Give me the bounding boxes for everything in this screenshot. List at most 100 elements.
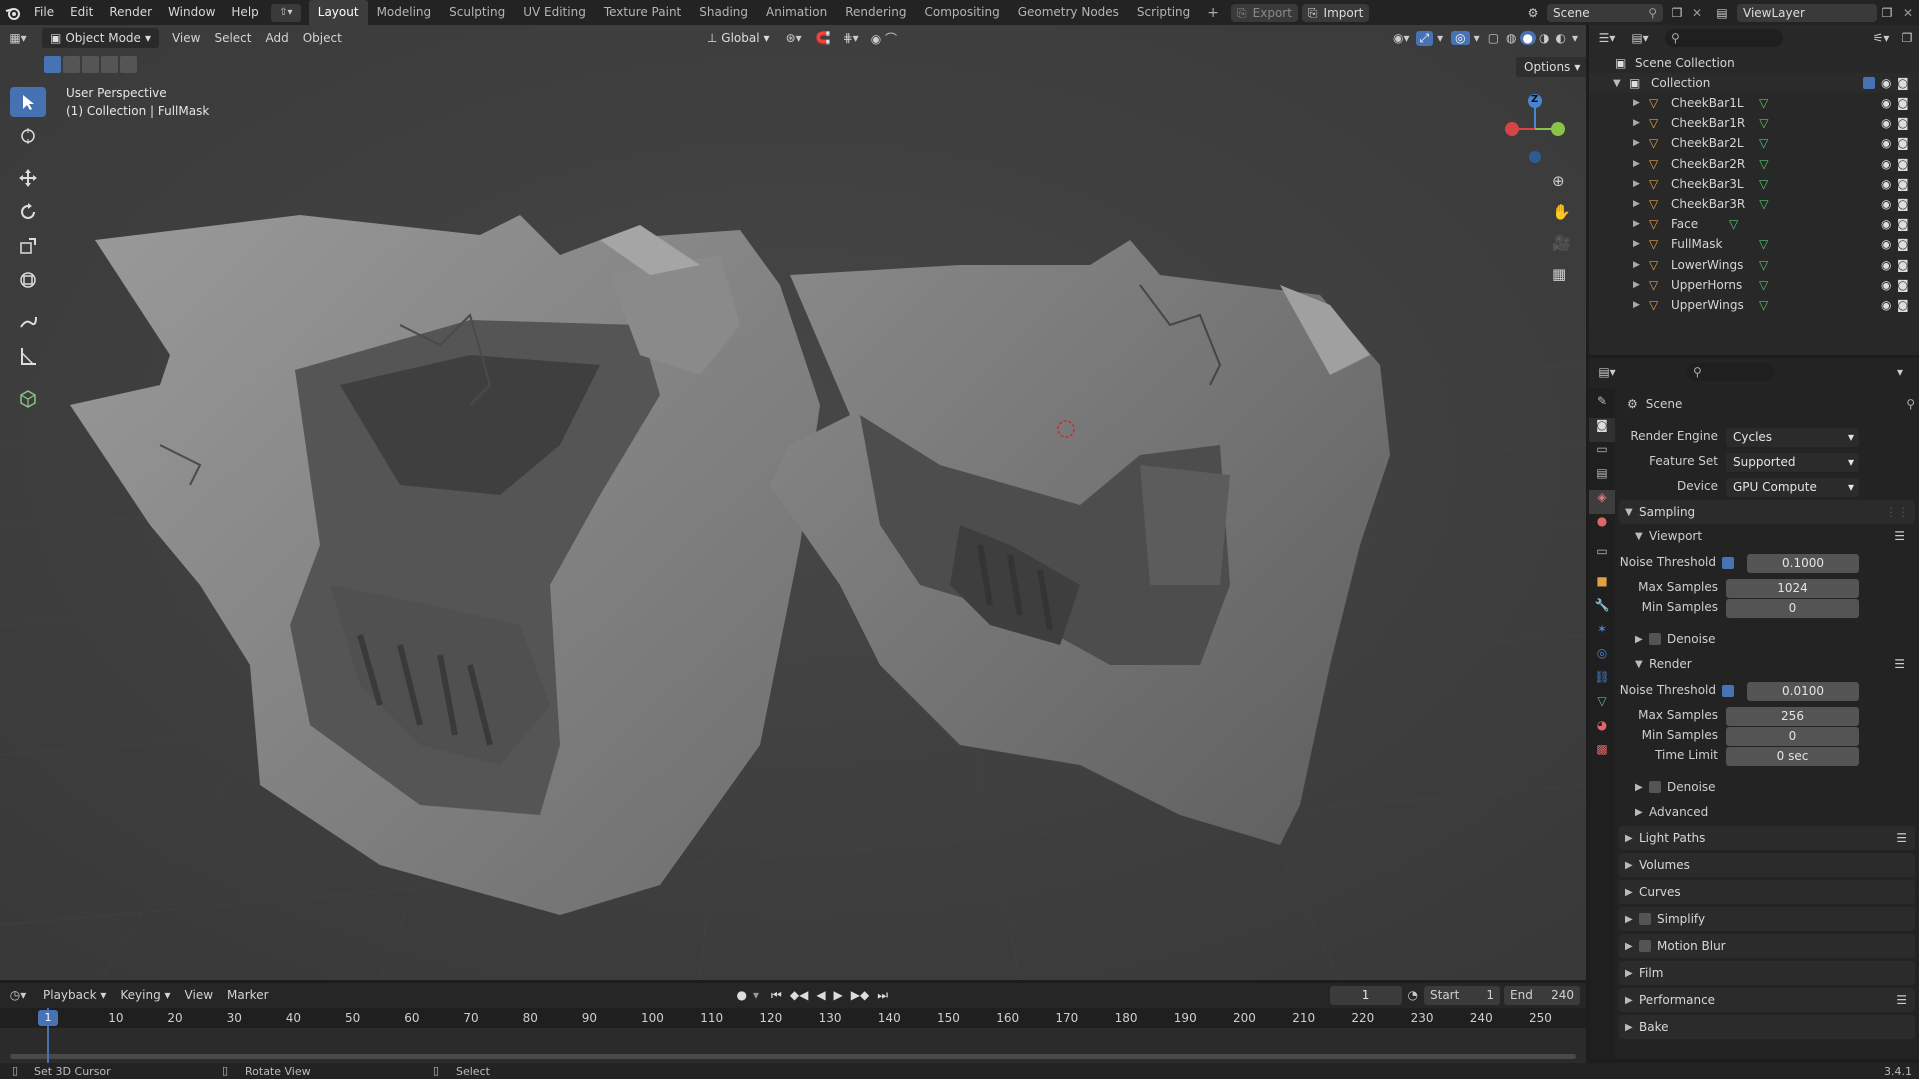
camera-icon[interactable]: ◙ [1897,177,1913,191]
timeline-editor-icon[interactable]: ◷▾ [0,988,36,1002]
select-extend-icon[interactable] [63,56,80,73]
select-intersect-icon[interactable] [120,56,137,73]
outliner-row-object[interactable]: ▶ ▽ UpperWings ▽ ◉ ◙ [1589,295,1919,315]
chevron-right-icon[interactable]: ▶ [1633,159,1645,169]
next-keyframe-icon[interactable]: ▶◆ [847,988,873,1002]
tab-layout[interactable]: Layout [308,0,368,25]
outliner-row-object[interactable]: ▶ ▽ CheekBar2R ▽ ◉ ◙ [1589,154,1919,174]
options-dropdown[interactable]: Options ▾ [1516,57,1586,77]
collection-tab-icon[interactable]: ▭ [1589,544,1615,574]
outliner-row-object[interactable]: ▶ ▽ CheekBar3L ▽ ◉ ◙ [1589,174,1919,194]
outliner-row-collection[interactable]: ▼ ▣ Collection ◉ ◙ [1589,73,1919,93]
add-workspace-button[interactable]: + [1199,5,1227,21]
gizmo-toggle-icon[interactable]: ⤢ [1415,30,1434,46]
end-frame-field[interactable]: End 240 [1504,985,1580,1005]
sampling-panel-header[interactable]: ▼ Sampling ⋮⋮ [1619,500,1915,524]
navigation-gizmo[interactable]: Z [1500,85,1570,165]
motion-blur-panel[interactable]: ▶ Motion Blur [1619,934,1915,958]
menu-help[interactable]: Help [223,0,266,25]
play-reverse-icon[interactable]: ◀ [812,988,829,1002]
viewport-noise-threshold-checkbox[interactable] [1722,557,1734,569]
view-layer-icon[interactable]: ▤ [1707,6,1737,20]
eye-icon[interactable]: ◉ [1881,197,1897,211]
camera-icon[interactable]: ◙ [1897,237,1913,251]
bake-panel[interactable]: ▶ Bake [1619,1015,1915,1039]
tool-tab-icon[interactable]: ✎ [1589,394,1615,418]
tab-compositing[interactable]: Compositing [915,0,1008,25]
close-scene-icon[interactable]: ✕ [1687,6,1707,20]
simplify-checkbox[interactable] [1639,913,1651,925]
rendered-shading-icon[interactable]: ◐ [1552,31,1568,45]
menu-keying[interactable]: Keying ▾ [113,984,177,1006]
outliner-row-object[interactable]: ▶ ▽ CheekBar2L ▽ ◉ ◙ [1589,133,1919,153]
camera-view-icon[interactable]: 🎥 [1552,234,1571,252]
chevron-down-icon[interactable]: ▾ [1897,365,1919,379]
measure-tool[interactable] [10,341,46,371]
tab-sculpting[interactable]: Sculpting [440,0,514,25]
simplify-panel[interactable]: ▶ Simplify [1619,907,1915,931]
transform-tool[interactable] [10,265,46,295]
shading-dropdown-icon[interactable]: ▾ [1569,31,1586,45]
zoom-icon[interactable]: ⊕ [1552,172,1565,190]
camera-icon[interactable]: ◙ [1897,157,1913,171]
data-tab-icon[interactable]: ▽ [1589,694,1615,718]
eye-icon[interactable]: ◉ [1881,136,1897,150]
chevron-right-icon[interactable]: ▶ [1633,179,1645,189]
mesh-data-icon[interactable]: ▽ [1759,298,1773,312]
proportional-edit-icon[interactable]: ◉ ⌒ [865,30,903,47]
transform-orientation-dropdown[interactable]: ⊥ Global ▾ [699,28,778,48]
viewport-noise-threshold-field[interactable]: 0.1000 [1747,554,1859,573]
chevron-down-icon[interactable]: ▼ [1613,78,1625,89]
outliner-editor-icon[interactable]: ☰▾ [1589,31,1625,45]
outliner-row-object[interactable]: ▶ ▽ CheekBar3R ▽ ◉ ◙ [1589,194,1919,214]
modifier-tab-icon[interactable]: 🔧 [1589,598,1615,622]
scene-tab-icon[interactable]: ◈ [1589,490,1615,514]
menu-select[interactable]: Select [207,27,258,49]
frame-scrollbar[interactable] [10,1054,1576,1059]
menu-object[interactable]: Object [296,27,349,49]
viewport-max-samples-field[interactable]: 1024 [1726,579,1859,598]
scene-selector[interactable]: Scene ⚲ [1547,3,1663,22]
menu-add[interactable]: Add [258,27,295,49]
eye-icon[interactable]: ◉ [1881,96,1897,110]
outliner-row-object[interactable]: ▶ ▽ FullMask ▽ ◉ ◙ [1589,234,1919,254]
light-paths-panel[interactable]: ▶ Light Paths ☰ [1619,826,1915,850]
tab-texture-paint[interactable]: Texture Paint [595,0,690,25]
scene-icon[interactable]: ⚙ [1519,6,1547,20]
output-tab-icon[interactable]: ▭ [1589,442,1615,466]
stopwatch-icon[interactable]: ◔ [1402,988,1424,1002]
motion-blur-checkbox[interactable] [1639,940,1651,952]
playhead-frame-badge[interactable]: 1 [38,1010,58,1026]
view-layer-selector[interactable]: ViewLayer [1737,3,1877,22]
pan-hand-icon[interactable]: ✋ [1552,203,1571,221]
select-box-tool[interactable] [10,87,46,117]
move-tool[interactable] [10,163,46,193]
camera-icon[interactable]: ◙ [1897,298,1913,312]
new-collection-icon[interactable]: ❐ [1895,31,1919,45]
presets-list-icon[interactable]: ☰ [1894,529,1905,543]
eye-icon[interactable]: ◉ [1881,157,1897,171]
mesh-data-icon[interactable]: ▽ [1759,258,1773,272]
chevron-right-icon[interactable]: ▶ [1633,199,1645,209]
select-new-icon[interactable] [44,56,61,73]
advanced-subpanel[interactable]: ▶ Advanced [1627,801,1915,823]
tab-animation[interactable]: Animation [757,0,836,25]
start-frame-field[interactable]: Start 1 [1424,985,1500,1005]
material-tab-icon[interactable]: ◕ [1589,718,1615,742]
gizmo-dropdown-icon[interactable]: ▾ [1433,31,1447,45]
chevron-right-icon[interactable]: ▶ [1633,300,1645,310]
menu-render[interactable]: Render [101,0,160,25]
filter-icon[interactable]: ⚟▾ [1867,31,1895,45]
chevron-right-icon[interactable]: ▶ [1633,239,1645,249]
viewport-subpanel-header[interactable]: ▼ Viewport ☰ [1627,525,1915,547]
outliner-row-object[interactable]: ▶ ▽ CheekBar1R ▽ ◉ ◙ [1589,113,1919,133]
menu-file[interactable]: File [26,0,62,25]
curves-panel[interactable]: ▶ Curves [1619,880,1915,904]
pivot-icon[interactable]: ⊛▾ [778,31,810,45]
prev-keyframe-icon[interactable]: ◆◀ [786,988,812,1002]
properties-editor-icon[interactable]: ▤▾ [1589,365,1625,379]
jump-start-icon[interactable]: ⏮ [767,988,786,1003]
current-frame-field[interactable]: 1 [1329,985,1402,1005]
material-shading-icon[interactable]: ◑ [1536,31,1552,45]
rotate-tool[interactable] [10,197,46,227]
